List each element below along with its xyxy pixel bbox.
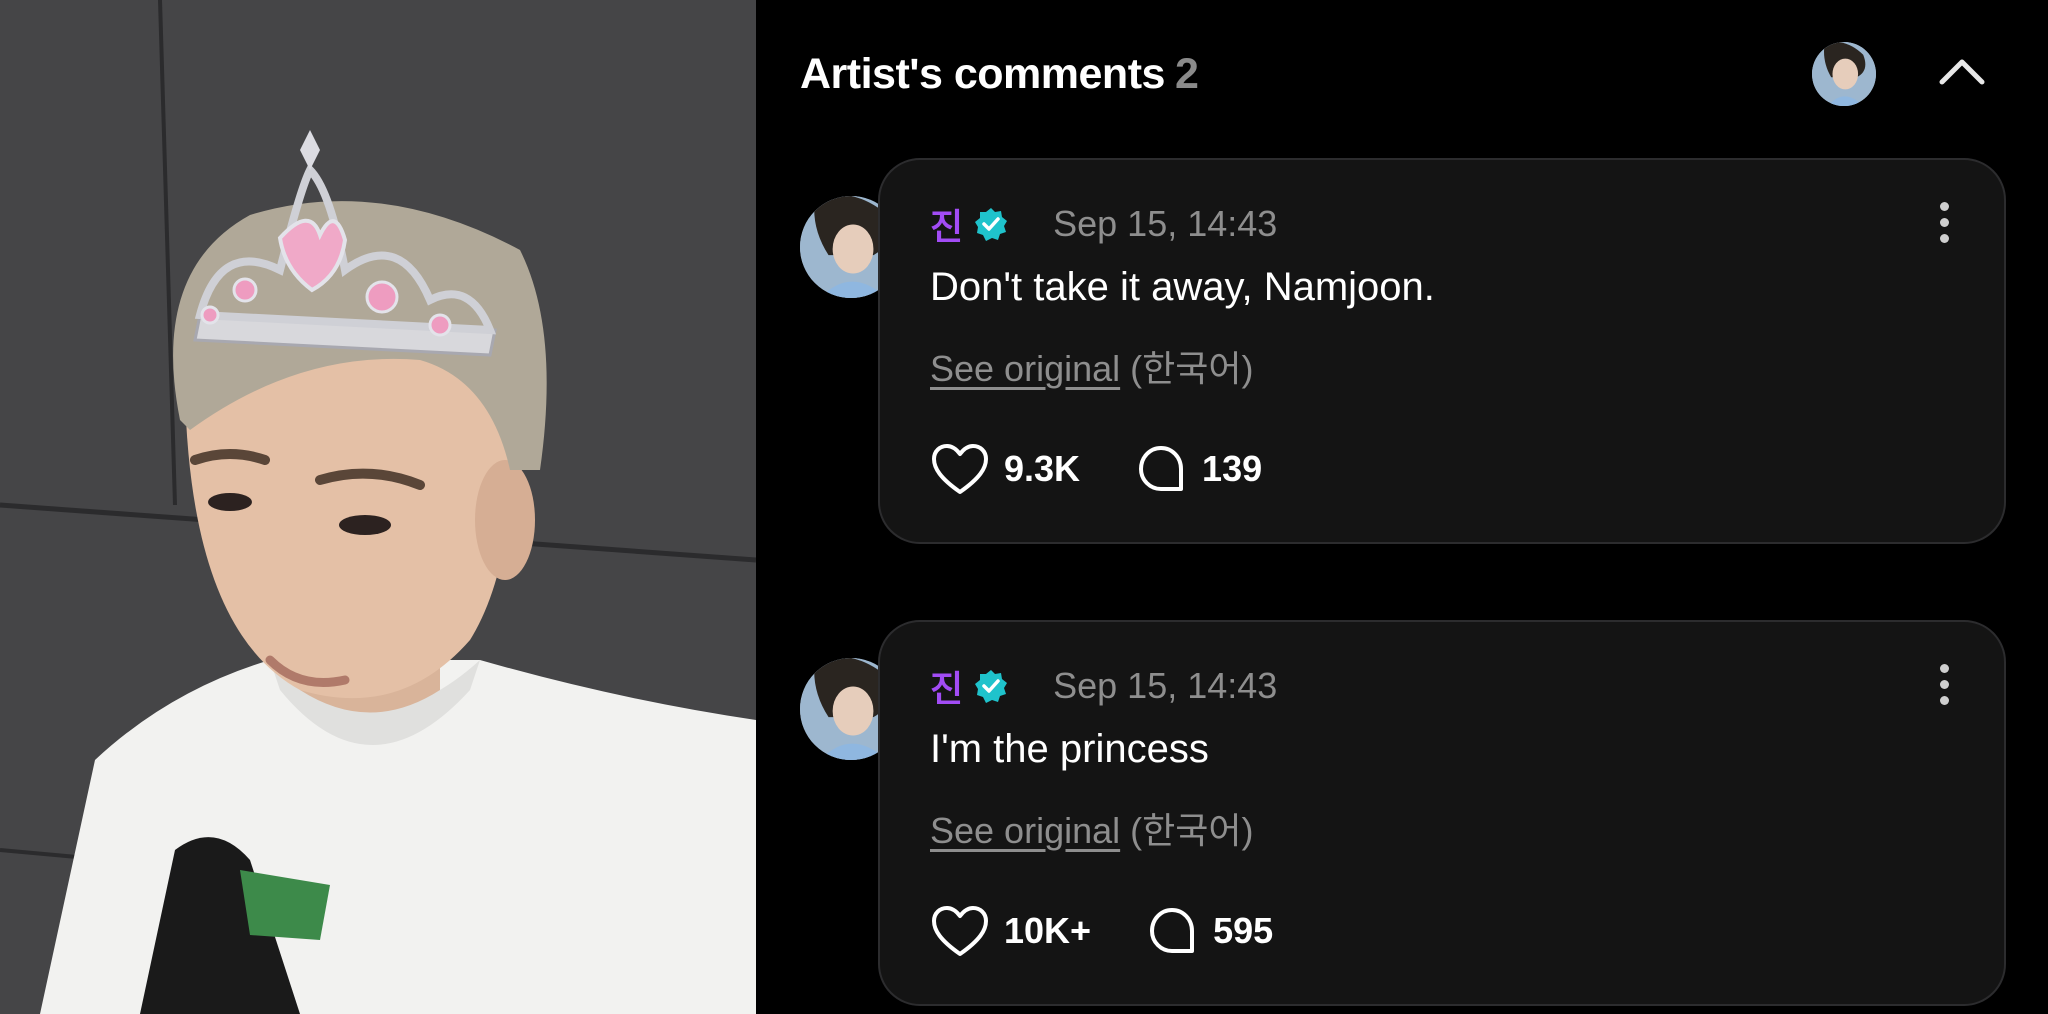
verified-badge-icon (975, 670, 1008, 703)
see-original-link[interactable]: See original (930, 348, 1120, 389)
section-title-text: Artist's comments (800, 50, 1165, 98)
comment-card: 진 Sep 15, 14:43 Don't take it away, Namj… (878, 158, 2006, 544)
comment-count: 2 (1174, 50, 1199, 98)
original-language: (한국어) (1130, 810, 1254, 851)
more-vertical-icon (1939, 664, 1949, 673)
reply-button[interactable]: 139 (1134, 442, 1262, 496)
speech-bubble-icon (1139, 446, 1184, 491)
like-count: 9.3K (1004, 448, 1081, 489)
heart-icon (932, 444, 988, 494)
photo-illustration (0, 0, 756, 1014)
author-name[interactable]: 진 (930, 198, 963, 250)
more-vertical-icon (1939, 202, 1949, 211)
original-language: (한국어) (1130, 348, 1254, 389)
verified-badge-icon (975, 208, 1008, 241)
comment-text: I'm the princess (930, 727, 1209, 771)
comment-actions: 9.3K 139 (930, 442, 1262, 496)
see-original-link[interactable]: See original (930, 810, 1120, 851)
comment-author-row: 진 Sep 15, 14:43 (930, 198, 1277, 250)
comment-item: 진 Sep 15, 14:43 I'm the princess See ori… (756, 620, 2048, 1006)
chevron-up-icon (1939, 59, 1985, 85)
translation-note: See original (한국어) (930, 802, 1253, 854)
like-button[interactable]: 9.3K (930, 442, 1080, 496)
reply-button[interactable]: 595 (1145, 904, 1273, 958)
reply-count: 595 (1213, 910, 1274, 951)
section-title: Artist's comments 2 (800, 50, 1199, 99)
artist-avatar[interactable] (1812, 42, 1876, 106)
more-options-button[interactable] (1934, 664, 1954, 708)
post-photo[interactable] (0, 0, 756, 1014)
avatar-image (1812, 42, 1876, 106)
comment-actions: 10K+ 595 (930, 904, 1273, 958)
comment-item: 진 Sep 15, 14:43 Don't take it away, Namj… (756, 158, 2048, 544)
like-count: 10K+ (1004, 910, 1092, 951)
comment-text: Don't take it away, Namjoon. (930, 265, 1435, 309)
collapse-button[interactable] (1936, 48, 1988, 100)
artist-comments-panel: Artist's comments 2 진 Sep 15, 14:43 Don'… (756, 0, 2048, 1014)
comment-author-row: 진 Sep 15, 14:43 (930, 660, 1277, 712)
reply-count: 139 (1202, 448, 1263, 489)
comment-card: 진 Sep 15, 14:43 I'm the princess See ori… (878, 620, 2006, 1006)
comment-timestamp: Sep 15, 14:43 (1053, 665, 1278, 706)
like-button[interactable]: 10K+ (930, 904, 1091, 958)
translation-note: See original (한국어) (930, 340, 1253, 392)
more-options-button[interactable] (1934, 202, 1954, 246)
speech-bubble-icon (1150, 908, 1195, 953)
comment-timestamp: Sep 15, 14:43 (1053, 203, 1278, 244)
heart-icon (932, 906, 988, 956)
author-name[interactable]: 진 (930, 660, 963, 712)
